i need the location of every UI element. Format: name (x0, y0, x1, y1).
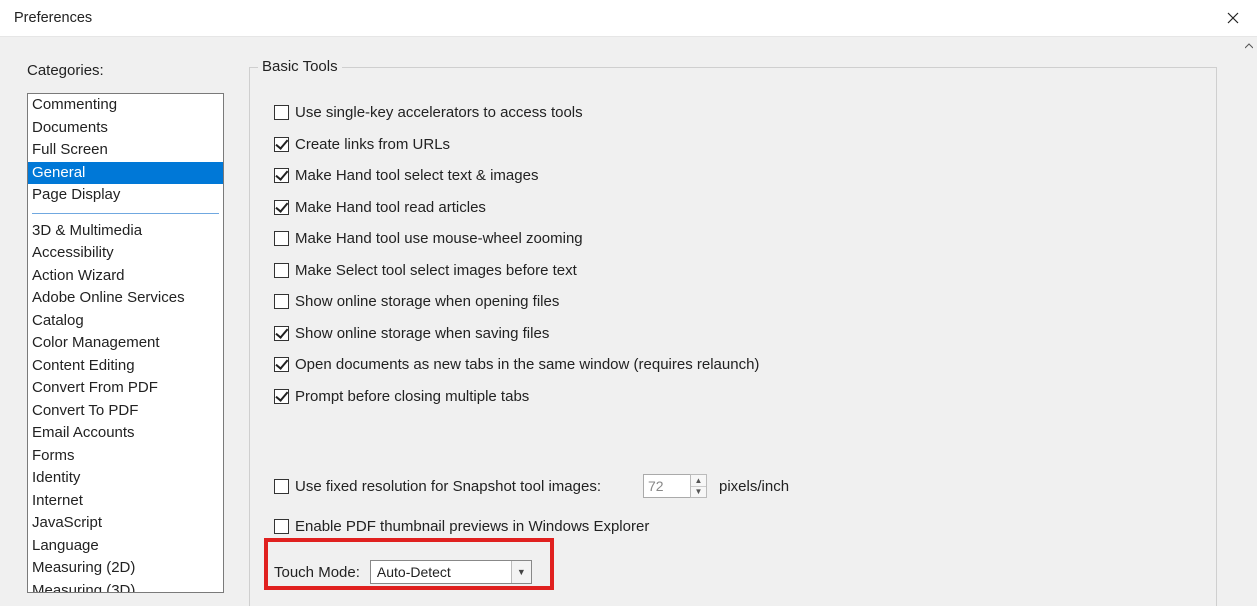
dialog-body: Categories: CommentingDocumentsFull Scre… (0, 36, 1257, 606)
option-checkbox[interactable] (274, 105, 289, 120)
touch-mode-row: Touch Mode: Auto-Detect ▼ (274, 560, 532, 584)
category-item[interactable]: Convert To PDF (28, 400, 223, 423)
group-caption: Basic Tools (258, 58, 342, 75)
option-checkbox[interactable] (274, 263, 289, 278)
category-item[interactable]: Commenting (28, 94, 223, 117)
category-item[interactable]: Content Editing (28, 355, 223, 378)
option-row: Prompt before closing multiple tabs (274, 388, 759, 405)
content: Categories: CommentingDocumentsFull Scre… (0, 37, 1240, 606)
category-item[interactable]: Full Screen (28, 139, 223, 162)
option-checkbox[interactable] (274, 231, 289, 246)
category-item[interactable]: General (28, 162, 223, 185)
option-checkbox[interactable] (274, 357, 289, 372)
category-item[interactable]: Language (28, 535, 223, 558)
option-label: Prompt before closing multiple tabs (295, 388, 529, 405)
category-item[interactable]: Page Display (28, 184, 223, 207)
option-label: Show online storage when opening files (295, 293, 559, 310)
category-item[interactable]: Adobe Online Services (28, 287, 223, 310)
categories-label: Categories: (27, 62, 104, 79)
touch-mode-label: Touch Mode: (274, 564, 360, 581)
window-title: Preferences (14, 10, 92, 26)
option-checkbox[interactable] (274, 168, 289, 183)
option-label: Open documents as new tabs in the same w… (295, 356, 759, 373)
option-checkbox[interactable] (274, 389, 289, 404)
option-label: Create links from URLs (295, 136, 450, 153)
category-item[interactable]: Documents (28, 117, 223, 140)
scroll-up-button[interactable] (1240, 37, 1257, 54)
option-row: Open documents as new tabs in the same w… (274, 356, 759, 373)
option-row: Create links from URLs (274, 136, 759, 153)
category-item[interactable]: Email Accounts (28, 422, 223, 445)
category-item[interactable]: JavaScript (28, 512, 223, 535)
categories-list[interactable]: CommentingDocumentsFull ScreenGeneralPag… (27, 93, 224, 593)
options-list: Use single-key accelerators to access to… (274, 104, 759, 419)
option-label: Make Hand tool read articles (295, 199, 486, 216)
snapshot-checkbox[interactable] (274, 479, 289, 494)
category-item[interactable]: Measuring (2D) (28, 557, 223, 580)
option-checkbox[interactable] (274, 326, 289, 341)
option-checkbox[interactable] (274, 294, 289, 309)
snapshot-value-input[interactable] (643, 474, 691, 498)
snapshot-unit: pixels/inch (719, 478, 789, 495)
option-row: Show online storage when saving files (274, 325, 759, 342)
category-item[interactable]: Color Management (28, 332, 223, 355)
spinner-down-button[interactable]: ▼ (691, 486, 706, 498)
category-item[interactable]: Convert From PDF (28, 377, 223, 400)
category-item[interactable]: Internet (28, 490, 223, 513)
category-item[interactable]: 3D & Multimedia (28, 220, 223, 243)
option-label: Show online storage when saving files (295, 325, 549, 342)
category-item[interactable]: Catalog (28, 310, 223, 333)
snapshot-row: Use fixed resolution for Snapshot tool i… (274, 474, 789, 498)
option-row: Make Hand tool use mouse-wheel zooming (274, 230, 759, 247)
category-item[interactable]: Forms (28, 445, 223, 468)
titlebar: Preferences (0, 0, 1257, 36)
category-item[interactable]: Action Wizard (28, 265, 223, 288)
option-label: Make Hand tool select text & images (295, 167, 538, 184)
option-label: Make Select tool select images before te… (295, 262, 577, 279)
option-row: Make Select tool select images before te… (274, 262, 759, 279)
option-checkbox[interactable] (274, 200, 289, 215)
chevron-up-icon (1245, 43, 1253, 49)
spinner-up-button[interactable]: ▲ (691, 475, 706, 486)
close-icon (1227, 12, 1239, 24)
touch-mode-value: Auto-Detect (377, 564, 451, 580)
option-label: Make Hand tool use mouse-wheel zooming (295, 230, 583, 247)
chevron-down-icon: ▼ (511, 561, 531, 583)
thumbnail-label: Enable PDF thumbnail previews in Windows… (295, 518, 649, 535)
option-label: Use single-key accelerators to access to… (295, 104, 583, 121)
snapshot-label: Use fixed resolution for Snapshot tool i… (295, 478, 601, 495)
basic-tools-group: Basic Tools Use single-key accelerators … (249, 67, 1217, 606)
scrollbar[interactable] (1240, 37, 1257, 606)
option-row: Make Hand tool select text & images (274, 167, 759, 184)
touch-mode-select[interactable]: Auto-Detect ▼ (370, 560, 532, 584)
category-item[interactable]: Identity (28, 467, 223, 490)
option-row: Show online storage when opening files (274, 293, 759, 310)
thumbnail-row: Enable PDF thumbnail previews in Windows… (274, 518, 649, 535)
option-row: Use single-key accelerators to access to… (274, 104, 759, 121)
thumbnail-checkbox[interactable] (274, 519, 289, 534)
category-separator (32, 213, 219, 214)
category-item[interactable]: Measuring (3D) (28, 580, 223, 594)
option-row: Make Hand tool read articles (274, 199, 759, 216)
spinner-buttons: ▲ ▼ (690, 474, 707, 498)
close-button[interactable] (1219, 4, 1247, 32)
category-item[interactable]: Accessibility (28, 242, 223, 265)
snapshot-spinner: ▲ ▼ (643, 474, 707, 498)
option-checkbox[interactable] (274, 137, 289, 152)
